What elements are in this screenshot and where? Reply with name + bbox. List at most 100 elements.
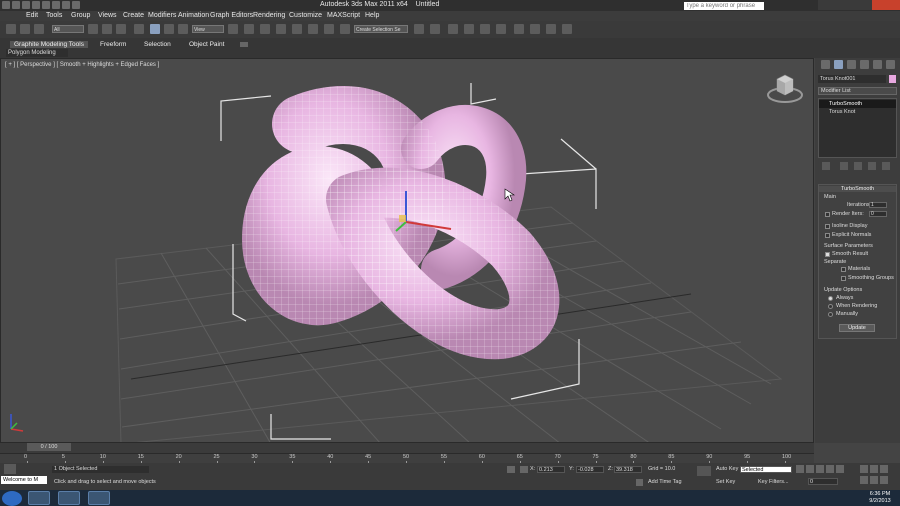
utilities-tab-icon[interactable] <box>886 60 895 69</box>
menu-tools[interactable]: Tools <box>46 12 62 19</box>
layer-manager-icon[interactable] <box>448 24 458 34</box>
polygon-modeling-panel[interactable]: Polygon Modeling <box>6 49 68 57</box>
motion-tab-icon[interactable] <box>860 60 869 69</box>
make-unique-icon[interactable] <box>854 162 862 170</box>
search-input[interactable] <box>684 2 764 10</box>
viewcube-icon[interactable] <box>767 73 803 103</box>
quick-access-toolbar[interactable] <box>2 1 102 10</box>
tab-object-paint[interactable]: Object Paint <box>189 41 224 48</box>
menu-create[interactable]: Create <box>123 12 144 19</box>
select-object-icon[interactable] <box>88 24 98 34</box>
render-iters-spinner[interactable]: 0 <box>869 211 887 217</box>
start-button[interactable] <box>2 491 22 506</box>
menu-animation[interactable]: Animation <box>178 12 209 19</box>
select-by-name-icon[interactable] <box>102 24 112 34</box>
link-icon[interactable] <box>34 24 44 34</box>
named-selection-dropdown[interactable]: Create Selection Se <box>354 25 408 33</box>
smooth-result-checkbox[interactable] <box>825 252 830 257</box>
app-taskbar-icon[interactable] <box>88 491 110 505</box>
tab-freeform[interactable]: Freeform <box>100 41 126 48</box>
scale-icon[interactable] <box>178 24 188 34</box>
tab-selection[interactable]: Selection <box>144 41 171 48</box>
rendered-frame-icon[interactable] <box>546 24 556 34</box>
always-radio[interactable] <box>828 296 833 301</box>
menu-help[interactable]: Help <box>365 12 379 19</box>
spinner-snap-icon[interactable] <box>324 24 334 34</box>
y-coordinate-field[interactable]: -0.028 <box>576 466 604 473</box>
add-time-tag[interactable]: Add Time Tag <box>648 479 682 485</box>
maxscript-listener[interactable]: Welcome to M <box>1 476 47 484</box>
edit-named-selection-icon[interactable] <box>340 24 350 34</box>
reference-coord-dropdown[interactable]: View <box>192 25 224 33</box>
percent-snap-icon[interactable] <box>308 24 318 34</box>
minimize-button[interactable] <box>818 0 845 10</box>
menu-views[interactable]: Views <box>98 12 117 19</box>
explorer-taskbar-icon[interactable] <box>28 491 50 505</box>
smoothing-groups-checkbox[interactable] <box>841 276 846 281</box>
close-button[interactable] <box>872 0 900 10</box>
next-frame-icon[interactable] <box>826 465 834 473</box>
render-production-icon[interactable] <box>562 24 572 34</box>
undo-icon[interactable] <box>6 24 16 34</box>
create-tab-icon[interactable] <box>821 60 830 69</box>
zoom-extents-icon[interactable] <box>880 465 888 473</box>
selection-filter-dropdown[interactable]: All <box>52 25 84 33</box>
modify-tab-icon[interactable] <box>834 60 843 69</box>
configure-sets-icon[interactable] <box>882 162 890 170</box>
show-end-result-icon[interactable] <box>840 162 848 170</box>
track-view-icon[interactable] <box>4 464 16 474</box>
x-coordinate-field[interactable]: 0.213 <box>537 466 565 473</box>
update-button[interactable]: Update <box>839 324 875 332</box>
rollout-title[interactable]: TurboSmooth <box>819 186 896 192</box>
angle-snap-icon[interactable] <box>292 24 302 34</box>
zoom-icon[interactable] <box>860 465 868 473</box>
render-iters-checkbox[interactable] <box>825 212 830 217</box>
explicit-normals-checkbox[interactable] <box>825 233 830 238</box>
play-icon[interactable] <box>816 465 824 473</box>
schematic-view-icon[interactable] <box>496 24 506 34</box>
redo-icon[interactable] <box>20 24 30 34</box>
curve-editor-icon[interactable] <box>480 24 490 34</box>
snaps-toggle-icon[interactable] <box>276 24 286 34</box>
stack-item-torus-knot[interactable]: Torus Knot <box>819 108 896 116</box>
key-mode-dropdown[interactable]: Selected <box>740 466 792 473</box>
modifier-list-dropdown[interactable]: Modifier List <box>818 87 897 95</box>
auto-key-button[interactable]: Auto Key <box>716 466 738 472</box>
keyboard-shortcut-icon[interactable] <box>260 24 270 34</box>
display-tab-icon[interactable] <box>873 60 882 69</box>
tab-graphite-modeling-tools[interactable]: Graphite Modeling Tools <box>10 41 88 48</box>
perspective-viewport[interactable]: [ + ] [ Perspective ] [ Smooth + Highlig… <box>0 58 814 443</box>
pivot-icon[interactable] <box>228 24 238 34</box>
rect-selection-icon[interactable] <box>116 24 126 34</box>
when-rendering-radio[interactable] <box>828 304 833 309</box>
pin-stack-icon[interactable] <box>822 162 830 170</box>
remove-modifier-icon[interactable] <box>868 162 876 170</box>
clock[interactable]: 6:36 PM 9/2/2013 <box>860 491 900 505</box>
align-icon[interactable] <box>430 24 440 34</box>
menu-rendering[interactable]: Rendering <box>253 12 285 19</box>
object-name-field[interactable]: Torus Knot001 <box>818 75 886 83</box>
prev-frame-icon[interactable] <box>806 465 814 473</box>
maximize-button[interactable] <box>845 0 872 10</box>
orbit-icon[interactable] <box>880 476 888 484</box>
materials-checkbox[interactable] <box>841 267 846 272</box>
menu-modifiers[interactable]: Modifiers <box>148 12 176 19</box>
isoline-display-checkbox[interactable] <box>825 224 830 229</box>
menu-graph-editors[interactable]: Graph Editors <box>210 12 253 19</box>
graphite-toggle-icon[interactable] <box>464 24 474 34</box>
absolute-mode-icon[interactable] <box>520 466 528 473</box>
key-filters-button[interactable]: Key Filters... <box>758 479 789 485</box>
menu-maxscript[interactable]: MAXScript <box>327 12 360 19</box>
time-slider[interactable]: 0 / 100 <box>27 443 71 451</box>
object-color-swatch[interactable] <box>889 75 896 83</box>
material-editor-icon[interactable] <box>514 24 524 34</box>
3dsmax-taskbar-icon[interactable] <box>58 491 80 505</box>
render-setup-icon[interactable] <box>530 24 540 34</box>
zoom-all-icon[interactable] <box>870 465 878 473</box>
iterations-spinner[interactable]: 1 <box>869 202 887 208</box>
fov-icon[interactable] <box>860 476 868 484</box>
stack-item-turbosmooth[interactable]: TurboSmooth <box>819 100 896 108</box>
set-key-button[interactable]: Set Key <box>716 479 735 485</box>
window-crossing-icon[interactable] <box>134 24 144 34</box>
current-frame-field[interactable]: 0 <box>808 478 838 485</box>
